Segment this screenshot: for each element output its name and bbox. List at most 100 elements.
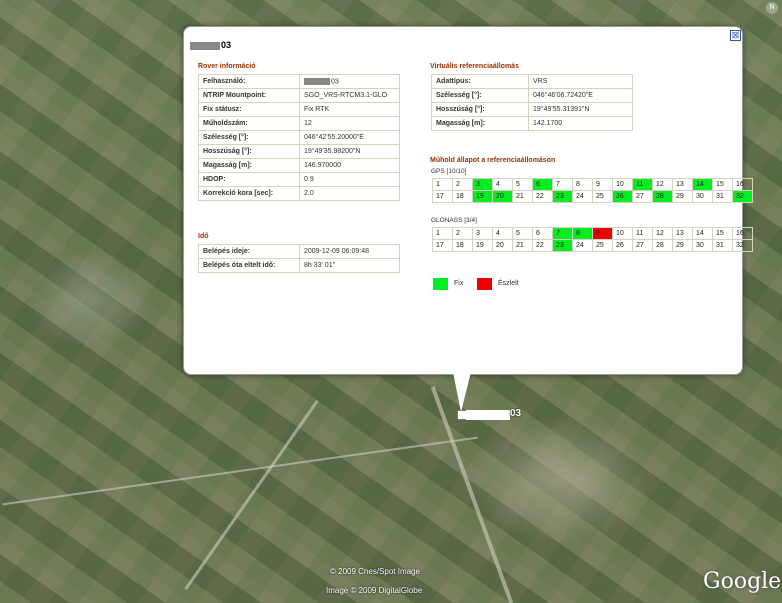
map-credit-digitalglobe: Image © 2009 DigitalGlobe [326, 586, 423, 595]
glonass-satellite-14: 14 [692, 227, 713, 240]
satellite-row: 17 18 19 20 21 22 23 24 25 26 27 28 29 30 31 32 [432, 239, 753, 252]
kv-row: NTRIP Mountpoint: SGO_VRS-RTCM3.1-GLO [198, 88, 400, 103]
glonass-satellite-6: 6 [532, 227, 553, 240]
kv-value: 03 [299, 74, 400, 89]
legend-observed-swatch [477, 278, 492, 290]
kv-row: Belépés ideje: 2009-12-09 06:09:48 [198, 244, 400, 259]
kv-value: 146.970000 [299, 158, 400, 173]
kv-key: Adattípus: [431, 74, 529, 89]
kv-row: Magasság [m]: 142.1700 [431, 116, 633, 131]
gps-satellite-grid: 1 2 3 4 5 6 7 8 9 10 11 12 13 14 15 16 17 18 19 20 21 22 23 24 2… [432, 178, 753, 203]
kv-row: Felhasználó: 03 [198, 74, 400, 89]
kv-key: Hosszúság [°]: [198, 144, 300, 159]
balloon-pointer [453, 372, 471, 412]
gps-satellite-27: 27 [632, 190, 653, 203]
kv-key: NTRIP Mountpoint: [198, 88, 300, 103]
glonass-satellite-2: 2 [452, 227, 473, 240]
kv-row: Fix státusz: Fix RTK [198, 102, 400, 117]
legend-fix-swatch [433, 278, 448, 290]
gps-satellite-10: 10 [612, 178, 633, 191]
kv-row: Szélesség [°]: 046°42'55.20000"E [198, 130, 400, 145]
glonass-satellite-11: 11 [632, 227, 653, 240]
glonass-label: GLONASS [3/4] [431, 217, 477, 224]
gps-satellite-22: 22 [532, 190, 553, 203]
placemark-label[interactable]: 03 [510, 408, 521, 419]
gps-satellite-30: 30 [692, 190, 713, 203]
gps-satellite-17: 17 [432, 190, 453, 203]
glonass-satellite-26: 26 [612, 239, 633, 252]
kv-row: Korrekció kora [sec]: 2.0 [198, 186, 400, 201]
kv-key: Szélesség [°]: [431, 88, 529, 103]
glonass-satellite-17: 17 [432, 239, 453, 252]
kv-key: Fix státusz: [198, 102, 300, 117]
glonass-satellite-31: 31 [712, 239, 733, 252]
kv-key: Felhasználó: [198, 74, 300, 89]
gps-satellite-3: 3 [472, 178, 493, 191]
kv-key: Hosszúság [°]: [431, 102, 529, 117]
kv-row: Adattípus: VRS [431, 74, 633, 89]
kv-row: Magasság [m]: 146.970000 [198, 158, 400, 173]
gps-satellite-14: 14 [692, 178, 713, 191]
glonass-satellite-32: 32 [732, 239, 753, 252]
glonass-satellite-27: 27 [632, 239, 653, 252]
kv-key: Belépés óta eltelt idő: [198, 258, 300, 273]
gps-satellite-28: 28 [652, 190, 673, 203]
glonass-satellite-30: 30 [692, 239, 713, 252]
legend-observed-label: Észlelt [498, 280, 519, 287]
glonass-satellite-18: 18 [452, 239, 473, 252]
map-credit-cnes: © 2009 Cnes/Spot Image [330, 567, 420, 576]
gps-satellite-18: 18 [452, 190, 473, 203]
glonass-satellite-24: 24 [572, 239, 593, 252]
glonass-satellite-4: 4 [492, 227, 513, 240]
gps-satellite-16: 16 [732, 178, 753, 191]
compass-icon[interactable]: N [766, 2, 778, 14]
gps-satellite-15: 15 [712, 178, 733, 191]
kv-key: Korrekció kora [sec]: [198, 186, 300, 201]
glonass-satellite-3: 3 [472, 227, 493, 240]
close-icon[interactable]: ⊠ [730, 30, 741, 41]
kv-key: Belépés ideje: [198, 244, 300, 259]
glonass-satellite-21: 21 [512, 239, 533, 252]
gps-satellite-13: 13 [672, 178, 693, 191]
legend-fix-label: Fix [454, 280, 464, 287]
glonass-satellite-10: 10 [612, 227, 633, 240]
kv-value: 0.9 [299, 172, 400, 187]
glonass-satellite-1: 1 [432, 227, 453, 240]
gps-satellite-2: 2 [452, 178, 473, 191]
google-logo: Google [703, 569, 782, 594]
kv-key: Magasság [m]: [431, 116, 529, 131]
kv-key: Műholdszám: [198, 116, 300, 131]
gps-satellite-7: 7 [552, 178, 573, 191]
gps-satellite-29: 29 [672, 190, 693, 203]
gps-satellite-6: 6 [532, 178, 553, 191]
kv-row: Szélesség [°]: 046°46'06.72420"E [431, 88, 633, 103]
glonass-satellite-28: 28 [652, 239, 673, 252]
glonass-satellite-29: 29 [672, 239, 693, 252]
gps-satellite-11: 11 [632, 178, 653, 191]
gps-satellite-5: 5 [512, 178, 533, 191]
glonass-satellite-23: 23 [552, 239, 573, 252]
kv-value: 19°49'35.98200"N [299, 144, 400, 159]
gps-satellite-25: 25 [592, 190, 613, 203]
placemark-redacted-label [466, 410, 510, 420]
kv-key: Magasság [m]: [198, 158, 300, 173]
glonass-satellite-16: 16 [732, 227, 753, 240]
kv-value: 046°42'55.20000"E [299, 130, 400, 145]
gps-satellite-23: 23 [552, 190, 573, 203]
gps-satellite-31: 31 [712, 190, 733, 203]
vrs-heading: Virtuális referenciaállomás [430, 63, 519, 70]
kv-value-text: 03 [331, 78, 339, 86]
glonass-satellite-8: 8 [572, 227, 593, 240]
gps-satellite-8: 8 [572, 178, 593, 191]
gps-label: GPS [10/10] [431, 168, 467, 175]
kv-value: 8h 33' 01" [299, 258, 400, 273]
glonass-satellite-7: 7 [552, 227, 573, 240]
kv-value: 12 [299, 116, 400, 131]
glonass-satellite-22: 22 [532, 239, 553, 252]
glonass-satellite-25: 25 [592, 239, 613, 252]
glonass-satellite-grid: 1 2 3 4 5 6 7 8 9 10 11 12 13 14 15 16 17 18 19 20 21 22 23 24 2… [432, 227, 753, 252]
gps-satellite-4: 4 [492, 178, 513, 191]
map-navigation-control[interactable]: N [764, 0, 782, 300]
kv-value: Fix RTK [299, 102, 400, 117]
redacted-username [304, 77, 330, 85]
